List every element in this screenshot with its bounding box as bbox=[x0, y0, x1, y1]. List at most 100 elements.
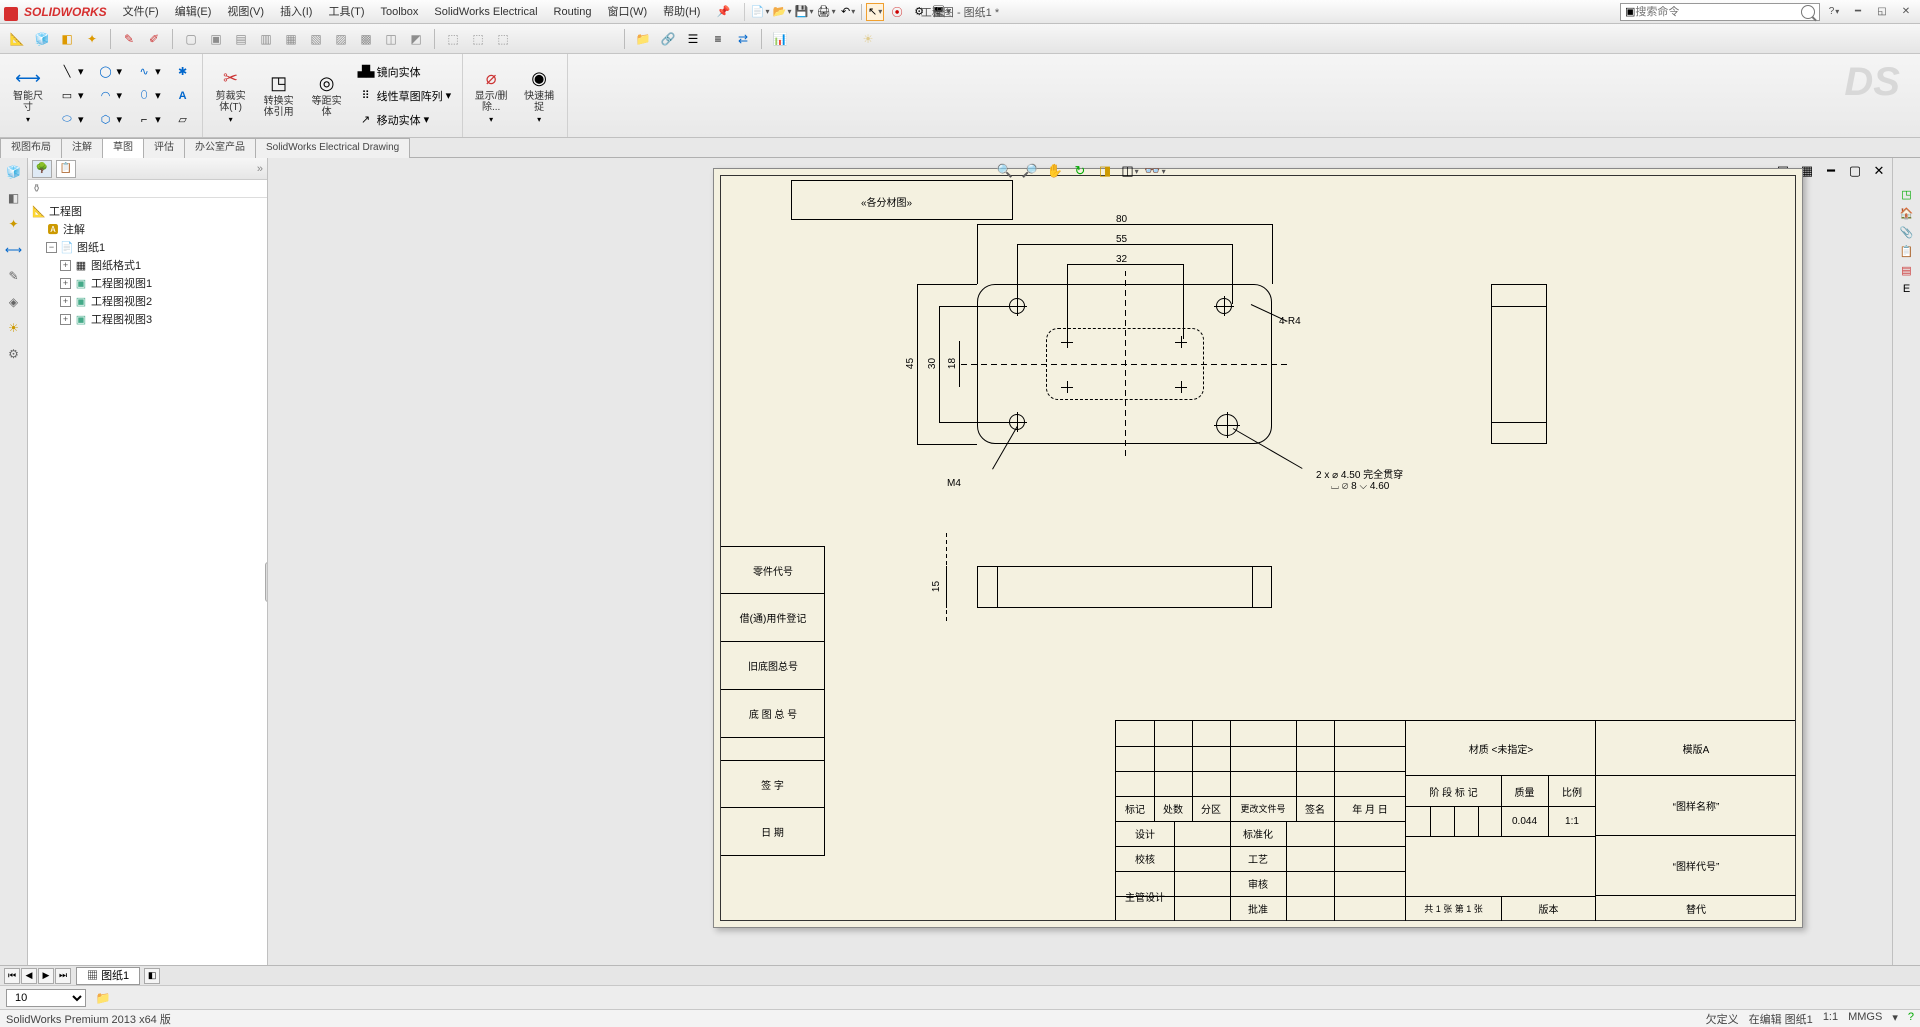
rb-offset[interactable]: ◎等距实体 bbox=[305, 58, 349, 133]
drawing-canvas[interactable]: 🔍 🔎 ✋ ↻ ◨ ◫ 👓 ◱ ▦ ━ ▢ ✕ «各分材图» bbox=[268, 158, 1892, 965]
qa-print-icon[interactable]: 🖨 bbox=[817, 3, 835, 21]
vt-section-icon[interactable]: ◨ bbox=[1094, 160, 1116, 182]
rb-spline[interactable]: ∿▾ bbox=[131, 61, 166, 83]
sheet-first-icon[interactable]: ⏮ bbox=[4, 968, 20, 984]
tree-sheetformat[interactable]: +▦图纸格式1 bbox=[32, 256, 263, 274]
mdi-max-icon[interactable]: ▢ bbox=[1844, 160, 1866, 182]
tab-evaluate[interactable]: 评估 bbox=[143, 138, 185, 158]
lt-feat-icon[interactable]: ✦ bbox=[4, 214, 24, 234]
sheet-last-icon[interactable]: ⏭ bbox=[55, 968, 71, 984]
tb-sun-icon[interactable]: ☀ bbox=[857, 28, 879, 50]
mdi-close-icon[interactable]: ✕ bbox=[1868, 160, 1890, 182]
lt-dim-icon[interactable]: ⟷ bbox=[4, 240, 24, 260]
tree-annotations[interactable]: 🅰注解 bbox=[32, 220, 263, 238]
status-help-icon[interactable]: ? bbox=[1908, 1011, 1914, 1027]
search-icon[interactable] bbox=[1801, 5, 1815, 19]
lt-sketch-icon[interactable]: ✎ bbox=[4, 266, 24, 286]
tree-tab-prop-icon[interactable]: 📋 bbox=[56, 160, 76, 178]
lt-surf-icon[interactable]: ◈ bbox=[4, 292, 24, 312]
tab-viewlayout[interactable]: 视图布局 bbox=[0, 138, 62, 158]
rb-showhide[interactable]: ⌀显示/删除...▾ bbox=[469, 58, 513, 133]
expand-icon[interactable]: + bbox=[60, 296, 71, 307]
rb-text[interactable]: A bbox=[170, 85, 196, 107]
tb-assy-icon[interactable]: ◧ bbox=[56, 28, 78, 50]
tb-3dsketch-icon[interactable]: ✐ bbox=[143, 28, 165, 50]
menu-window[interactable]: 窗口(W) bbox=[599, 0, 655, 24]
menu-pin-icon[interactable]: 📌 bbox=[708, 0, 738, 24]
rb-fillet[interactable]: ⌐▾ bbox=[131, 109, 166, 131]
rb-pattern[interactable]: ⠿线性草图阵列▾ bbox=[353, 85, 457, 107]
tab-office[interactable]: 办公室产品 bbox=[184, 138, 256, 158]
menu-edit[interactable]: 编辑(E) bbox=[167, 0, 220, 24]
tb-g12-icon[interactable]: ⬚ bbox=[467, 28, 489, 50]
rb-arc[interactable]: ◠▾ bbox=[93, 85, 128, 107]
tb-g13-icon[interactable]: ⬚ bbox=[492, 28, 514, 50]
menu-tools[interactable]: 工具(T) bbox=[320, 0, 372, 24]
lt-config-icon[interactable]: ☀ bbox=[4, 318, 24, 338]
status-units[interactable]: MMGS bbox=[1848, 1011, 1882, 1027]
search-box[interactable]: ▣ bbox=[1620, 3, 1820, 21]
menu-toolbox[interactable]: Toolbox bbox=[373, 0, 427, 24]
layer-props-icon[interactable]: 📁 bbox=[92, 987, 114, 1009]
rt-1-icon[interactable]: ◳ bbox=[1901, 188, 1911, 201]
minimize-icon[interactable]: ━ bbox=[1848, 5, 1868, 19]
help-icon[interactable]: ? bbox=[1824, 5, 1844, 19]
rb-ellipse[interactable]: ⬯▾ bbox=[131, 85, 166, 107]
tb-g2-icon[interactable]: ▣ bbox=[205, 28, 227, 50]
tb-chart-icon[interactable]: 📊 bbox=[769, 28, 791, 50]
expand-icon[interactable]: + bbox=[60, 314, 71, 325]
vt-zoomarea-icon[interactable]: 🔎 bbox=[1019, 160, 1041, 182]
menu-help[interactable]: 帮助(H) bbox=[655, 0, 708, 24]
rb-move[interactable]: ↗移动实体▾ bbox=[353, 109, 457, 131]
menu-insert[interactable]: 插入(I) bbox=[272, 0, 320, 24]
rb-point[interactable]: ✱ bbox=[170, 61, 196, 83]
sheet-tab-1[interactable]: ▦ 图纸1 bbox=[76, 967, 140, 985]
rb-circle[interactable]: ◯▾ bbox=[93, 61, 128, 83]
close-icon[interactable]: ✕ bbox=[1896, 5, 1916, 19]
search-input[interactable] bbox=[1635, 6, 1801, 18]
rb-trim[interactable]: ✂剪裁实体(T)▾ bbox=[209, 58, 253, 133]
rb-smart-dimension[interactable]: ⟷ 智能尺寸 ▾ bbox=[6, 58, 50, 133]
tb-folder-icon[interactable]: 📁 bbox=[632, 28, 654, 50]
rt-6-icon[interactable]: E bbox=[1903, 283, 1910, 295]
tab-annotation[interactable]: 注解 bbox=[61, 138, 103, 158]
tb-sketch-icon[interactable]: ✎ bbox=[118, 28, 140, 50]
collapse-icon[interactable]: − bbox=[46, 242, 57, 253]
qa-select-icon[interactable]: ↖ bbox=[866, 3, 884, 21]
tb-g1-icon[interactable]: ▢ bbox=[180, 28, 202, 50]
tb-swap-icon[interactable]: ⇄ bbox=[732, 28, 754, 50]
qa-save-icon[interactable]: 💾 bbox=[795, 3, 813, 21]
rb-quicksnap[interactable]: ◉快速捕捉▾ bbox=[517, 58, 561, 133]
rt-2-icon[interactable]: 🏠 bbox=[1900, 207, 1914, 220]
vt-hide-icon[interactable]: 👓 bbox=[1144, 160, 1166, 182]
tb-g7-icon[interactable]: ▨ bbox=[330, 28, 352, 50]
tb-g4-icon[interactable]: ▥ bbox=[255, 28, 277, 50]
expand-icon[interactable]: + bbox=[60, 278, 71, 289]
tree-view2[interactable]: +▣工程图视图2 bbox=[32, 292, 263, 310]
vt-zoomfit-icon[interactable]: 🔍 bbox=[994, 160, 1016, 182]
sheet-next-icon[interactable]: ▶ bbox=[38, 968, 54, 984]
menu-file[interactable]: 文件(F) bbox=[115, 0, 167, 24]
tb-g11-icon[interactable]: ⬚ bbox=[442, 28, 464, 50]
tb-g9-icon[interactable]: ◫ bbox=[380, 28, 402, 50]
tb-g3-icon[interactable]: ▤ bbox=[230, 28, 252, 50]
drawing-sheet[interactable]: «各分材图» bbox=[713, 168, 1803, 928]
tb-g8-icon[interactable]: ▩ bbox=[355, 28, 377, 50]
tb-explode-icon[interactable]: ✦ bbox=[81, 28, 103, 50]
rt-5-icon[interactable]: ▤ bbox=[1901, 264, 1911, 277]
qa-open-icon[interactable]: 📂 bbox=[773, 3, 791, 21]
qa-undo-icon[interactable]: ↶ bbox=[839, 3, 857, 21]
tree-collapse-icon[interactable]: » bbox=[257, 163, 263, 175]
vt-refresh-icon[interactable]: ↻ bbox=[1069, 160, 1091, 182]
vt-display-icon[interactable]: ◫ bbox=[1119, 160, 1141, 182]
tb-link-icon[interactable]: 🔗 bbox=[657, 28, 679, 50]
rb-poly[interactable]: ⬡▾ bbox=[93, 109, 128, 131]
restore-icon[interactable]: ◱ bbox=[1872, 5, 1892, 19]
tb-newpart-icon[interactable]: 🧊 bbox=[31, 28, 53, 50]
rb-slot[interactable]: ⬭▾ bbox=[54, 109, 89, 131]
menu-routing[interactable]: Routing bbox=[546, 0, 600, 24]
tab-sketch[interactable]: 草图 bbox=[102, 138, 144, 158]
lt-assy-icon[interactable]: 🧊 bbox=[4, 162, 24, 182]
tree-root[interactable]: 📐工程图 bbox=[32, 202, 263, 220]
sheet-prev-icon[interactable]: ◀ bbox=[21, 968, 37, 984]
